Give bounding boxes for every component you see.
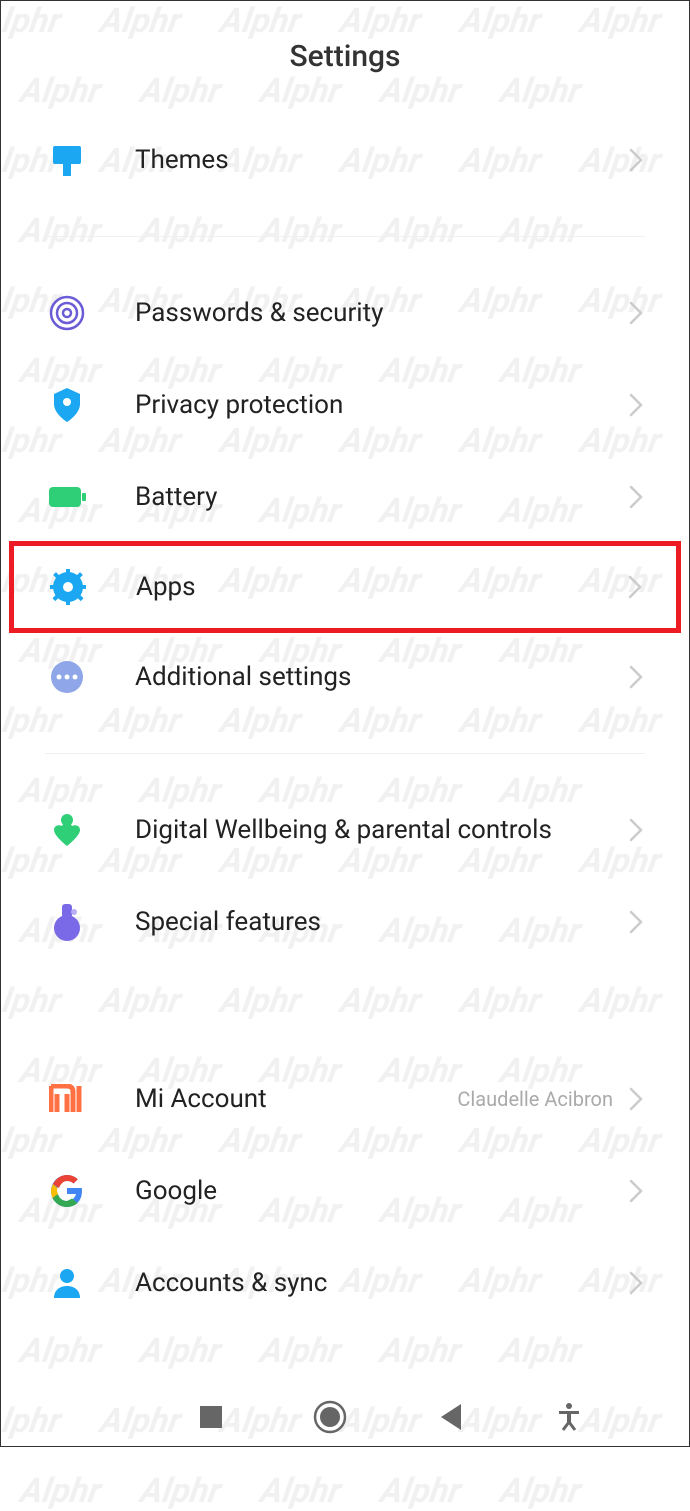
settings-item-themes[interactable]: Themes: [1, 114, 689, 206]
gear-icon: [48, 567, 88, 607]
settings-item-google[interactable]: Google: [1, 1145, 689, 1237]
header: Settings: [1, 1, 689, 114]
heart-icon: [47, 810, 87, 850]
item-label: Accounts & sync: [135, 1268, 627, 1298]
item-label: Google: [135, 1176, 627, 1206]
fingerprint-icon: [47, 293, 87, 333]
settings-item-apps[interactable]: Apps: [9, 541, 681, 633]
flask-icon: [47, 902, 87, 942]
chevron-right-icon: [627, 1269, 645, 1297]
item-label: Mi Account: [135, 1084, 457, 1114]
settings-item-special[interactable]: Special features: [1, 876, 689, 968]
settings-item-wellbeing[interactable]: Digital Wellbeing & parental controls: [1, 784, 689, 876]
item-label: Apps: [136, 572, 626, 602]
item-label: Special features: [135, 907, 627, 937]
mi-logo-icon: [47, 1079, 87, 1119]
chevron-right-icon: [627, 299, 645, 327]
battery-icon: [47, 477, 87, 517]
item-label: Themes: [135, 145, 627, 175]
settings-item-privacy[interactable]: Privacy protection: [1, 359, 689, 451]
chevron-right-icon: [627, 146, 645, 174]
settings-list: Themes Passwords & security Privacy prot…: [1, 114, 689, 1388]
chevron-right-icon: [627, 908, 645, 936]
item-label: Privacy protection: [135, 390, 627, 420]
settings-item-battery[interactable]: Battery: [1, 451, 689, 543]
settings-item-accounts-sync[interactable]: Accounts & sync: [1, 1237, 689, 1329]
item-label: Additional settings: [135, 662, 627, 692]
navigation-bar: [1, 1388, 689, 1446]
item-sublabel: Claudelle Acibron: [457, 1087, 613, 1111]
chevron-right-icon: [627, 483, 645, 511]
item-label: Digital Wellbeing & parental controls: [135, 815, 627, 845]
chevron-right-icon: [626, 573, 644, 601]
item-label: Battery: [135, 482, 627, 512]
settings-item-mi-account[interactable]: Mi Account Claudelle Acibron: [1, 1053, 689, 1145]
google-logo-icon: [47, 1171, 87, 1211]
chevron-right-icon: [627, 663, 645, 691]
divider: [45, 236, 645, 237]
person-icon: [47, 1263, 87, 1303]
shield-icon: [47, 385, 87, 425]
settings-item-passwords[interactable]: Passwords & security: [1, 267, 689, 359]
chevron-right-icon: [627, 1085, 645, 1113]
chevron-right-icon: [627, 1177, 645, 1205]
back-button[interactable]: [432, 1399, 468, 1435]
recent-apps-button[interactable]: [193, 1399, 229, 1435]
accessibility-button[interactable]: [551, 1399, 587, 1435]
item-label: Passwords & security: [135, 298, 627, 328]
home-button[interactable]: [312, 1399, 348, 1435]
themes-icon: [47, 140, 87, 180]
chevron-right-icon: [627, 816, 645, 844]
page-title: Settings: [1, 39, 689, 74]
more-icon: [47, 657, 87, 697]
chevron-right-icon: [627, 391, 645, 419]
divider: [45, 753, 645, 754]
settings-item-additional[interactable]: Additional settings: [1, 631, 689, 723]
